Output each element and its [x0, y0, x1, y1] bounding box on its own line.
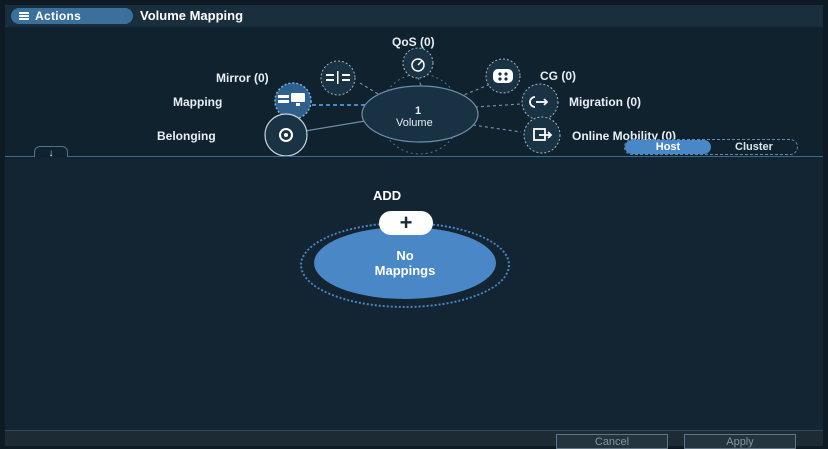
add-label: ADD [373, 188, 402, 203]
no-mappings-line2: Mappings [374, 263, 436, 278]
migration-node[interactable] [521, 83, 559, 121]
plus-icon: + [399, 210, 413, 235]
no-mappings-placeholder[interactable]: No Mappings [314, 227, 496, 299]
mapping-node[interactable] [274, 82, 312, 120]
volume-count: 1 [415, 105, 422, 117]
online-mobility-node[interactable] [523, 116, 561, 154]
mapping-label: Mapping [173, 95, 223, 109]
mirror-label: Mirror (0) [216, 71, 269, 85]
volume-label: Volume [396, 117, 433, 129]
host-option[interactable]: Host [625, 140, 711, 154]
title-bar: Actions Volume Mapping [5, 5, 823, 27]
belonging-node[interactable] [264, 113, 308, 157]
actions-label: Actions [35, 9, 82, 23]
volume-mapping-window: Actions Volume Mapping 1 Volume QoS (0) … [5, 5, 823, 449]
add-mapping-button[interactable]: + [379, 211, 433, 235]
footer-bar: Cancel Apply [5, 430, 823, 449]
apply-button[interactable]: Apply [684, 434, 796, 449]
page-title: Volume Mapping [140, 8, 244, 23]
qos-label: QoS (0) [392, 35, 435, 49]
qos-node[interactable] [402, 47, 434, 79]
cg-node[interactable] [485, 58, 521, 94]
cg-label: CG (0) [540, 69, 576, 83]
actions-menu-button[interactable]: Actions [11, 8, 133, 24]
host-cluster-toggle[interactable]: Host Cluster [624, 139, 798, 155]
consistency-group-icon [493, 69, 513, 83]
hamburger-icon [19, 12, 29, 20]
relationship-hub: 1 Volume QoS (0) Mirror (0) CG (0) Mappi… [5, 27, 823, 157]
mirror-node[interactable] [320, 60, 356, 96]
cluster-option[interactable]: Cluster [711, 140, 797, 154]
cancel-button[interactable]: Cancel [556, 434, 668, 449]
migration-label: Migration (0) [569, 95, 641, 109]
no-mappings-line1: No [396, 248, 414, 263]
belonging-label: Belonging [157, 129, 216, 143]
